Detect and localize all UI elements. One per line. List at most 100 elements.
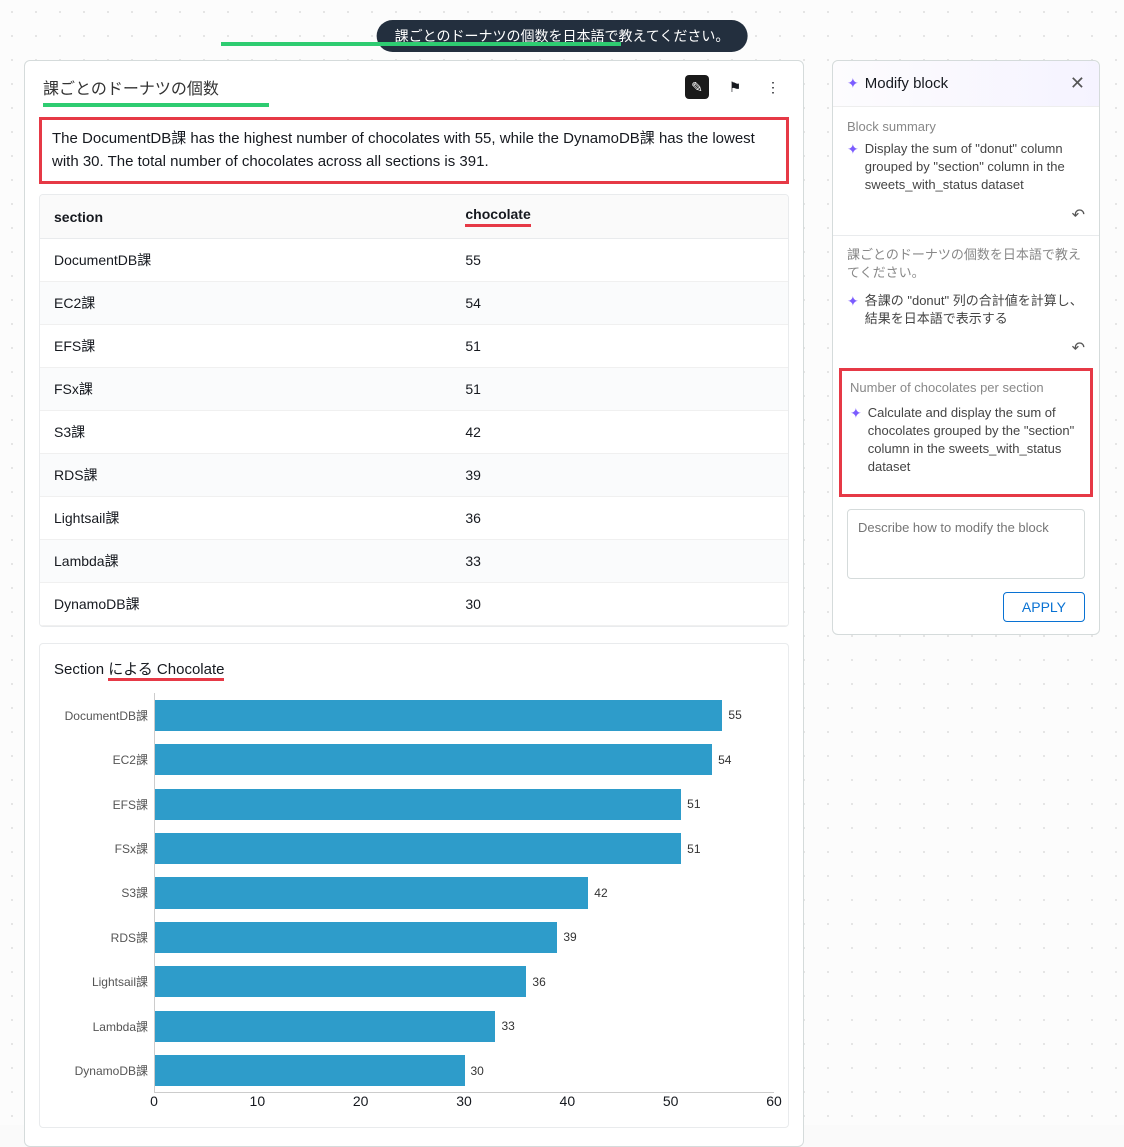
chart-bar	[155, 966, 526, 997]
highlighted-prompt: Number of chocolates per section ✦ Calcu…	[839, 368, 1093, 497]
chart-xtick: 10	[250, 1093, 266, 1109]
chart-ylabel: Lambda課	[54, 1004, 148, 1048]
table-row: FSx課51	[40, 368, 788, 411]
flag-icon[interactable]: ⚑	[723, 75, 747, 99]
cell-section: Lambda課	[40, 540, 451, 583]
cell-section: EC2課	[40, 282, 451, 325]
chart-bar-value: 54	[718, 753, 731, 767]
undo-icon[interactable]: ↶	[1072, 340, 1085, 357]
modify-block-panel: ✦ Modify block ✕ Block summary ✦ Display…	[832, 60, 1100, 635]
block-summary-label: Block summary	[847, 119, 1085, 134]
cell-section: DocumentDB課	[40, 239, 451, 282]
data-table: section chocolate DocumentDB課55EC2課54EFS…	[39, 194, 789, 627]
chart-bar-value: 55	[728, 708, 741, 722]
chart-ylabel: EC2課	[54, 737, 148, 781]
chart-xtick: 20	[353, 1093, 369, 1109]
chart-bar-row: 51	[155, 789, 774, 820]
cell-chocolate: 51	[451, 368, 788, 411]
table-row: Lambda課33	[40, 540, 788, 583]
side-title: Modify block	[865, 75, 948, 92]
pill-underline	[221, 42, 621, 46]
sparkle-icon: ✦	[847, 75, 859, 92]
sparkle-icon: ✦	[847, 140, 859, 195]
cell-section: RDS課	[40, 454, 451, 497]
title-underline	[43, 103, 269, 107]
chart-bar	[155, 744, 712, 775]
chart-xtick: 30	[456, 1093, 472, 1109]
table-row: RDS課39	[40, 454, 788, 497]
table-row: Lightsail課36	[40, 497, 788, 540]
chart-bar-value: 39	[563, 930, 576, 944]
table-row: EFS課51	[40, 325, 788, 368]
cell-section: DynamoDB課	[40, 583, 451, 626]
chart-ylabel: FSx課	[54, 826, 148, 870]
chart-bar-value: 51	[687, 842, 700, 856]
chart-bar-row: 51	[155, 833, 774, 864]
chart-bar	[155, 1055, 465, 1086]
col-chocolate[interactable]: chocolate	[451, 195, 788, 239]
sparkle-icon: ✦	[847, 292, 859, 328]
chart-xtick: 50	[663, 1093, 679, 1109]
highlighted-prompt-label: Number of chocolates per section	[850, 379, 1082, 397]
cell-chocolate: 39	[451, 454, 788, 497]
chart-ylabel: S3課	[54, 871, 148, 915]
undo-icon[interactable]: ↶	[1072, 207, 1085, 224]
chart-xtick: 40	[560, 1093, 576, 1109]
chart-bar-row: 30	[155, 1055, 774, 1086]
chart-bar	[155, 700, 722, 731]
summary-text: The DocumentDB課 has the highest number o…	[39, 117, 789, 184]
chart-xtick: 0	[150, 1093, 158, 1109]
chart-title: Section による Chocolate	[54, 658, 774, 679]
chart-bar-row: 39	[155, 922, 774, 953]
chart-bar-row: 54	[155, 744, 774, 775]
chart-ylabel: DynamoDB課	[54, 1049, 148, 1093]
chart-bar-value: 30	[471, 1064, 484, 1078]
chart-bar-row: 36	[155, 966, 774, 997]
highlighted-prompt-item: Calculate and display the sum of chocola…	[868, 404, 1082, 477]
chart-bar	[155, 877, 588, 908]
modify-input[interactable]	[847, 509, 1085, 579]
table-row: S3課42	[40, 411, 788, 454]
chart-block: Section による Chocolate DocumentDB課EC2課EFS…	[39, 643, 789, 1128]
chart-bar-row: 33	[155, 1011, 774, 1042]
table-row: DocumentDB課55	[40, 239, 788, 282]
apply-button[interactable]: APPLY	[1003, 592, 1085, 622]
chart-bar	[155, 922, 557, 953]
sparkle-icon: ✦	[850, 404, 862, 477]
card-title: 課ごとのドーナツの個数	[43, 75, 219, 99]
chart-ylabel: Lightsail課	[54, 960, 148, 1004]
chart-bar	[155, 789, 681, 820]
prompt-history-1: 課ごとのドーナツの個数を日本語で教えてください。	[847, 246, 1085, 282]
cell-chocolate: 30	[451, 583, 788, 626]
chart-ylabel: DocumentDB課	[54, 693, 148, 737]
cell-section: S3課	[40, 411, 451, 454]
chart-bar-row: 42	[155, 877, 774, 908]
chart-bar-value: 33	[501, 1019, 514, 1033]
edit-icon[interactable]: ✎	[685, 75, 709, 99]
cell-chocolate: 33	[451, 540, 788, 583]
col-section[interactable]: section	[40, 195, 451, 239]
main-card: 課ごとのドーナツの個数 ✎ ⚑ ⋮ The DocumentDB課 has th…	[24, 60, 804, 1147]
cell-section: FSx課	[40, 368, 451, 411]
chart-bar-value: 36	[532, 975, 545, 989]
chart-xtick: 60	[766, 1093, 782, 1109]
chart-bar-value: 42	[594, 886, 607, 900]
prompt-pill: 課ごとのドーナツの個数を日本語で教えてください。	[377, 20, 748, 52]
cell-chocolate: 54	[451, 282, 788, 325]
chart-ylabel: EFS課	[54, 782, 148, 826]
close-icon[interactable]: ✕	[1070, 73, 1085, 94]
cell-chocolate: 36	[451, 497, 788, 540]
cell-chocolate: 55	[451, 239, 788, 282]
more-icon[interactable]: ⋮	[761, 75, 785, 99]
table-row: EC2課54	[40, 282, 788, 325]
table-row: DynamoDB課30	[40, 583, 788, 626]
chart-bar-row: 55	[155, 700, 774, 731]
cell-section: EFS課	[40, 325, 451, 368]
chart-bar-value: 51	[687, 797, 700, 811]
chart-ylabel: RDS課	[54, 915, 148, 959]
chart-bar	[155, 833, 681, 864]
block-summary-text: Display the sum of "donut" column groupe…	[865, 140, 1085, 195]
cell-chocolate: 51	[451, 325, 788, 368]
cell-section: Lightsail課	[40, 497, 451, 540]
prompt-history-1-item: 各課の "donut" 列の合計値を計算し、結果を日本語で表示する	[865, 292, 1085, 328]
